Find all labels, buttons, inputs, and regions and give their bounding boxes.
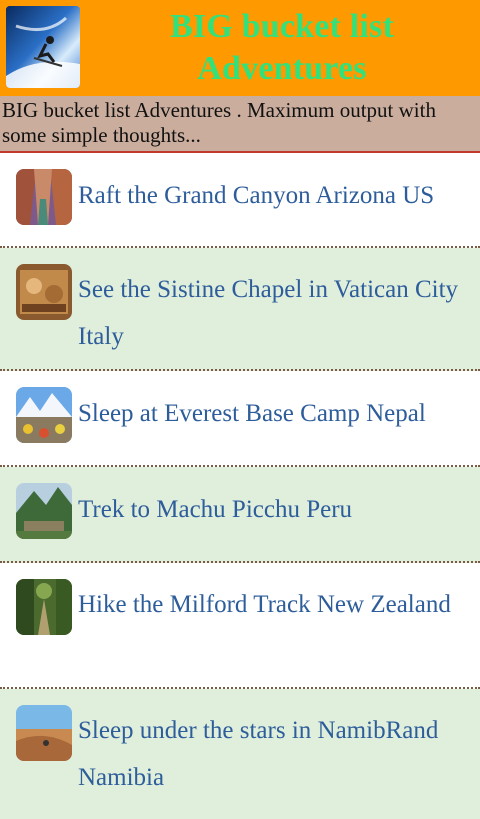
grand-canyon-thumbnail [16,169,72,225]
list-item[interactable]: Hike the Milford Track New Zealand [0,563,480,689]
list-item-label: Sleep at Everest Base Camp Nepal [78,400,426,427]
list-item-label: Raft the Grand Canyon Arizona US [78,182,435,209]
list-item-label: Trek to Machu Picchu Peru [78,496,353,523]
milford-track-thumbnail [16,579,72,635]
subtitle-bar: BIG bucket list Adventures . Maximum out… [0,96,480,153]
list-item[interactable]: Raft the Grand Canyon Arizona US [0,153,480,248]
list-item[interactable]: See the Sistine Chapel in Vatican City I… [0,248,480,371]
list-item-label: See the Sistine Chapel in Vatican City I… [78,276,459,350]
skier-logo-icon [6,6,80,88]
sistine-chapel-thumbnail [16,264,72,320]
app-title: BIG bucket list Adventures [169,8,395,87]
subtitle-text: BIG bucket list Adventures . Maximum out… [2,98,436,147]
list-item-label: Hike the Milford Track New Zealand [78,591,451,618]
namibrand-thumbnail [16,705,72,761]
app-header: BIG bucket list Adventures [0,0,480,96]
list-item[interactable]: Trek to Machu Picchu Peru [0,467,480,563]
everest-base-camp-thumbnail [16,387,72,443]
list-item-label: Sleep under the stars in NamibRand Namib… [78,717,439,791]
list-item[interactable]: Sleep at Everest Base Camp Nepal [0,371,480,467]
machu-picchu-thumbnail [16,483,72,539]
